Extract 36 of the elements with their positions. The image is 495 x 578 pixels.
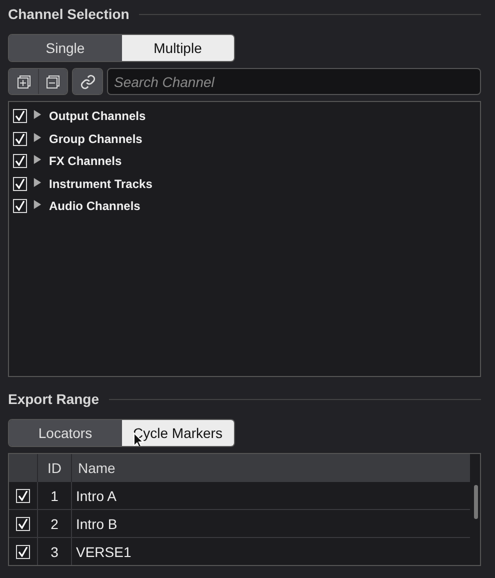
tree-item[interactable]: Group Channels [49,132,142,146]
mode-tab[interactable]: Single [9,35,122,61]
column-header[interactable]: ID [37,454,71,482]
checkbox[interactable] [13,199,27,214]
tree-item[interactable]: Audio Channels [49,199,140,214]
tree-item[interactable]: Instrument Tracks [49,176,152,191]
search-field[interactable]: Search Channel [107,68,481,95]
tree-item[interactable]: Output Channels [49,109,146,124]
checkbox[interactable] [13,154,27,168]
checkbox[interactable] [16,544,30,558]
checkbox[interactable] [16,488,30,502]
checkbox[interactable] [13,132,27,146]
table-cell: Intro B [71,510,470,537]
section-title: Channel Selection [8,6,130,22]
collapse-all-button[interactable] [38,69,67,94]
tree-item[interactable]: FX Channels [49,154,122,168]
expand-icon[interactable] [33,178,43,190]
mode-tab[interactable]: Multiple [122,35,234,61]
expand-icon[interactable] [33,132,43,145]
section-title: Export Range [8,391,100,407]
scrollbar[interactable] [474,485,478,519]
column-header[interactable]: Name [71,454,470,482]
checkbox[interactable] [13,176,27,191]
table-cell: Intro A [71,482,470,509]
table-cell: 3 [37,538,71,565]
table-cell: 2 [37,510,71,537]
checkbox[interactable] [13,109,27,124]
table-cell: VERSE1 [71,538,470,565]
minus-square-icon [46,74,60,88]
checkbox[interactable] [16,516,30,530]
link-button[interactable] [73,69,102,94]
plus-square-icon [16,74,30,88]
table-cell: 1 [37,482,71,509]
link-icon [80,74,96,90]
expand-all-button[interactable] [9,69,38,94]
mode-tab[interactable]: Locators [9,420,122,446]
